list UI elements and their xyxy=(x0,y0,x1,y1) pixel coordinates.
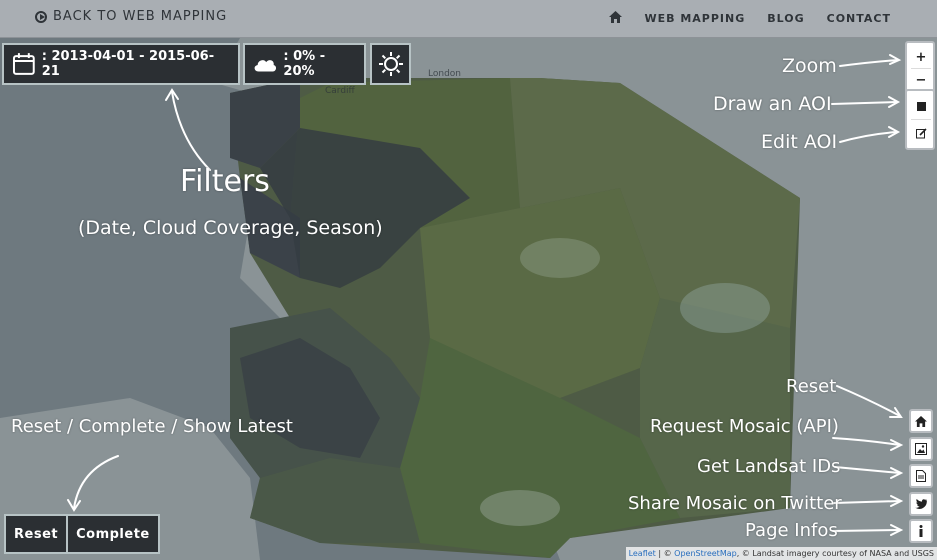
attribution-separator: | © xyxy=(655,549,675,558)
annotation-share-twitter: Share Mosaic on Twitter xyxy=(628,493,842,514)
season-filter-button[interactable] xyxy=(370,43,411,85)
play-circle-icon xyxy=(35,10,47,23)
reset-view-button[interactable] xyxy=(909,409,933,433)
square-icon xyxy=(916,101,926,111)
osm-link[interactable]: OpenStreetMap xyxy=(674,549,737,558)
sun-icon xyxy=(378,52,403,76)
nav-contact-link[interactable]: CONTACT xyxy=(827,12,891,25)
place-label-cardiff: Cardiff xyxy=(325,86,355,96)
cloud-range-value: : 0% - 20% xyxy=(283,49,326,79)
edit-aoi-button[interactable] xyxy=(911,120,931,146)
cloud-icon xyxy=(254,60,277,72)
action-buttons: Reset Complete xyxy=(4,514,160,554)
zoom-in-button[interactable]: + xyxy=(911,46,931,69)
document-icon xyxy=(916,470,926,482)
cloud-filter-button[interactable]: : 0% - 20% xyxy=(243,43,366,85)
reset-button[interactable]: Reset xyxy=(6,516,66,552)
home-icon xyxy=(609,11,623,23)
annotation-page-infos: Page Infos xyxy=(745,520,838,541)
annotation-zoom: Zoom xyxy=(782,55,837,77)
annotation-reset-complete: Reset / Complete / Show Latest xyxy=(11,416,293,437)
nav-web-mapping-link[interactable]: WEB MAPPING xyxy=(644,12,745,25)
zoom-control: + − xyxy=(905,41,935,96)
calendar-icon xyxy=(12,53,35,75)
complete-button[interactable]: Complete xyxy=(66,516,158,552)
date-range-value: : 2013-04-01 - 2015-06-21 xyxy=(41,49,215,79)
map-attribution: Leaflet | © OpenStreetMap, © Landsat ima… xyxy=(625,547,937,560)
edit-icon xyxy=(915,127,927,138)
annotation-reset: Reset xyxy=(786,376,837,397)
attribution-text: , © Landsat imagery courtesy of NASA and… xyxy=(736,549,934,558)
annotation-filters-sub: (Date, Cloud Coverage, Season) xyxy=(78,217,383,239)
place-label-london: London xyxy=(428,69,461,79)
top-navbar: BACK TO WEB MAPPING WEB MAPPING BLOG CON… xyxy=(0,0,937,38)
nav-home-link[interactable] xyxy=(609,11,623,26)
annotation-filters: Filters xyxy=(180,164,270,199)
zoom-out-button[interactable]: − xyxy=(911,69,931,91)
map-background xyxy=(0,38,937,560)
back-link-label: BACK TO WEB MAPPING xyxy=(53,9,228,24)
image-icon xyxy=(915,443,927,455)
annotation-request-mosaic: Request Mosaic (API) xyxy=(650,416,839,437)
annotation-get-ids: Get Landsat IDs xyxy=(697,456,841,477)
landsat-mosaic xyxy=(230,78,800,558)
map-canvas[interactable]: London Cardiff xyxy=(0,38,937,560)
home-icon xyxy=(915,415,927,427)
main-nav: WEB MAPPING BLOG CONTACT xyxy=(609,11,891,26)
back-to-web-mapping-link[interactable]: BACK TO WEB MAPPING xyxy=(35,9,227,24)
nav-blog-link[interactable]: BLOG xyxy=(767,12,804,25)
date-filter-button[interactable]: : 2013-04-01 - 2015-06-21 xyxy=(2,43,240,85)
page-info-button[interactable] xyxy=(909,519,933,543)
leaflet-link[interactable]: Leaflet xyxy=(629,549,656,558)
share-twitter-button[interactable] xyxy=(909,492,933,516)
annotation-edit-aoi: Edit AOI xyxy=(761,131,838,153)
annotation-draw-aoi: Draw an AOI xyxy=(713,93,832,115)
info-icon xyxy=(919,525,923,537)
draw-control xyxy=(905,89,935,150)
twitter-icon xyxy=(915,499,927,509)
get-landsat-ids-button[interactable] xyxy=(909,464,933,488)
draw-aoi-button[interactable] xyxy=(911,93,931,120)
request-mosaic-button[interactable] xyxy=(909,437,933,461)
